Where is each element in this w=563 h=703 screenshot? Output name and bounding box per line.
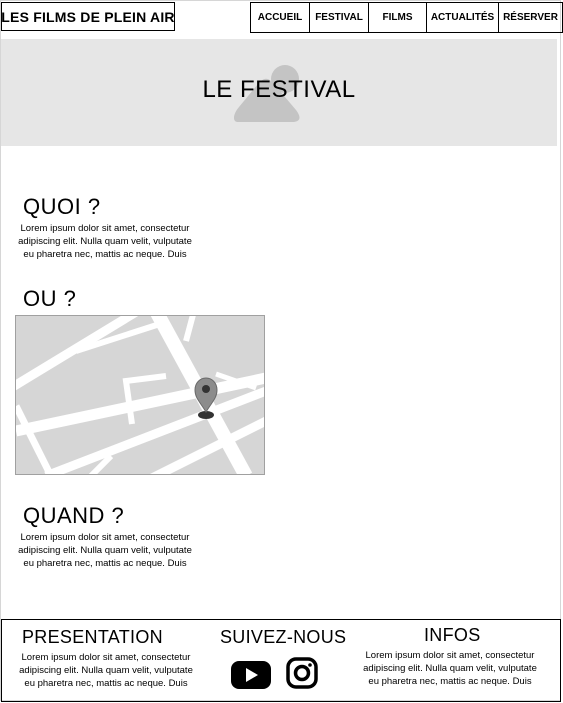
- text-line: Lorem ipsum dolor sit amet, consectetur: [365, 650, 535, 661]
- youtube-icon[interactable]: [231, 660, 271, 690]
- site-logo-text: LES FILMS DE PLEIN AIR: [1, 8, 175, 25]
- text-line: Lorem ipsum dolor sit amet, consectetur: [21, 652, 191, 663]
- text-line: adipiscing elit. Nulla quam velit, vulpu…: [19, 665, 193, 676]
- presentation-text: Lorem ipsum dolor sit amet, consectetur …: [6, 651, 206, 690]
- hero-title: LE FESTIVAL: [202, 76, 356, 103]
- text-line: eu pharetra nec, mattis ac neque. Duis: [23, 249, 187, 260]
- infos-text: Lorem ipsum dolor sit amet, consectetur …: [350, 649, 550, 688]
- main-nav: ACCUEIL FESTIVAL FILMS ACTUALITÉS RÉSERV…: [250, 2, 563, 33]
- text-line: adipiscing elit. Nulla quam velit, vulpu…: [363, 663, 537, 674]
- quand-text: Lorem ipsum dolor sit amet, consectetur …: [5, 531, 205, 570]
- nav-item-actualites[interactable]: ACTUALITÉS: [426, 3, 498, 32]
- nav-item-films[interactable]: FILMS: [368, 3, 426, 32]
- footer-title-presentation: PRESENTATION: [22, 627, 163, 647]
- text-line: adipiscing elit. Nulla quam velit, vulpu…: [18, 545, 192, 556]
- section-title-quand: QUAND ?: [23, 503, 125, 528]
- nav-item-label: ACTUALITÉS: [430, 12, 495, 23]
- text-line: Lorem ipsum dolor sit amet, consectetur: [20, 223, 190, 234]
- nav-item-label: FESTIVAL: [315, 12, 363, 23]
- text-line: adipiscing elit. Nulla quam velit, vulpu…: [18, 236, 192, 247]
- section-title-ou: OU ?: [23, 286, 77, 311]
- hero-banner: LE FESTIVAL: [1, 39, 557, 146]
- nav-item-accueil[interactable]: ACCUEIL: [251, 3, 309, 32]
- nav-item-label: FILMS: [382, 12, 413, 23]
- nav-item-festival[interactable]: FESTIVAL: [309, 3, 368, 32]
- nav-item-label: RÉSERVER: [503, 12, 558, 23]
- text-line: eu pharetra nec, mattis ac neque. Duis: [368, 676, 532, 687]
- footer-title-social: SUIVEZ-NOUS: [220, 627, 347, 647]
- section-title-quoi: QUOI ?: [23, 194, 101, 219]
- text-line: Lorem ipsum dolor sit amet, consectetur: [20, 532, 190, 543]
- location-map[interactable]: [15, 315, 265, 475]
- site-logo[interactable]: LES FILMS DE PLEIN AIR: [1, 2, 175, 31]
- quoi-text: Lorem ipsum dolor sit amet, consectetur …: [5, 222, 205, 261]
- nav-item-reserver[interactable]: RÉSERVER: [498, 3, 562, 32]
- text-line: eu pharetra nec, mattis ac neque. Duis: [23, 558, 187, 569]
- map-streets: [16, 316, 264, 474]
- footer-title-infos: INFOS: [424, 625, 481, 645]
- footer: PRESENTATION Lorem ipsum dolor sit amet,…: [1, 619, 561, 702]
- nav-item-label: ACCUEIL: [257, 12, 303, 23]
- instagram-icon[interactable]: [286, 657, 318, 689]
- text-line: eu pharetra nec, mattis ac neque. Duis: [24, 678, 188, 689]
